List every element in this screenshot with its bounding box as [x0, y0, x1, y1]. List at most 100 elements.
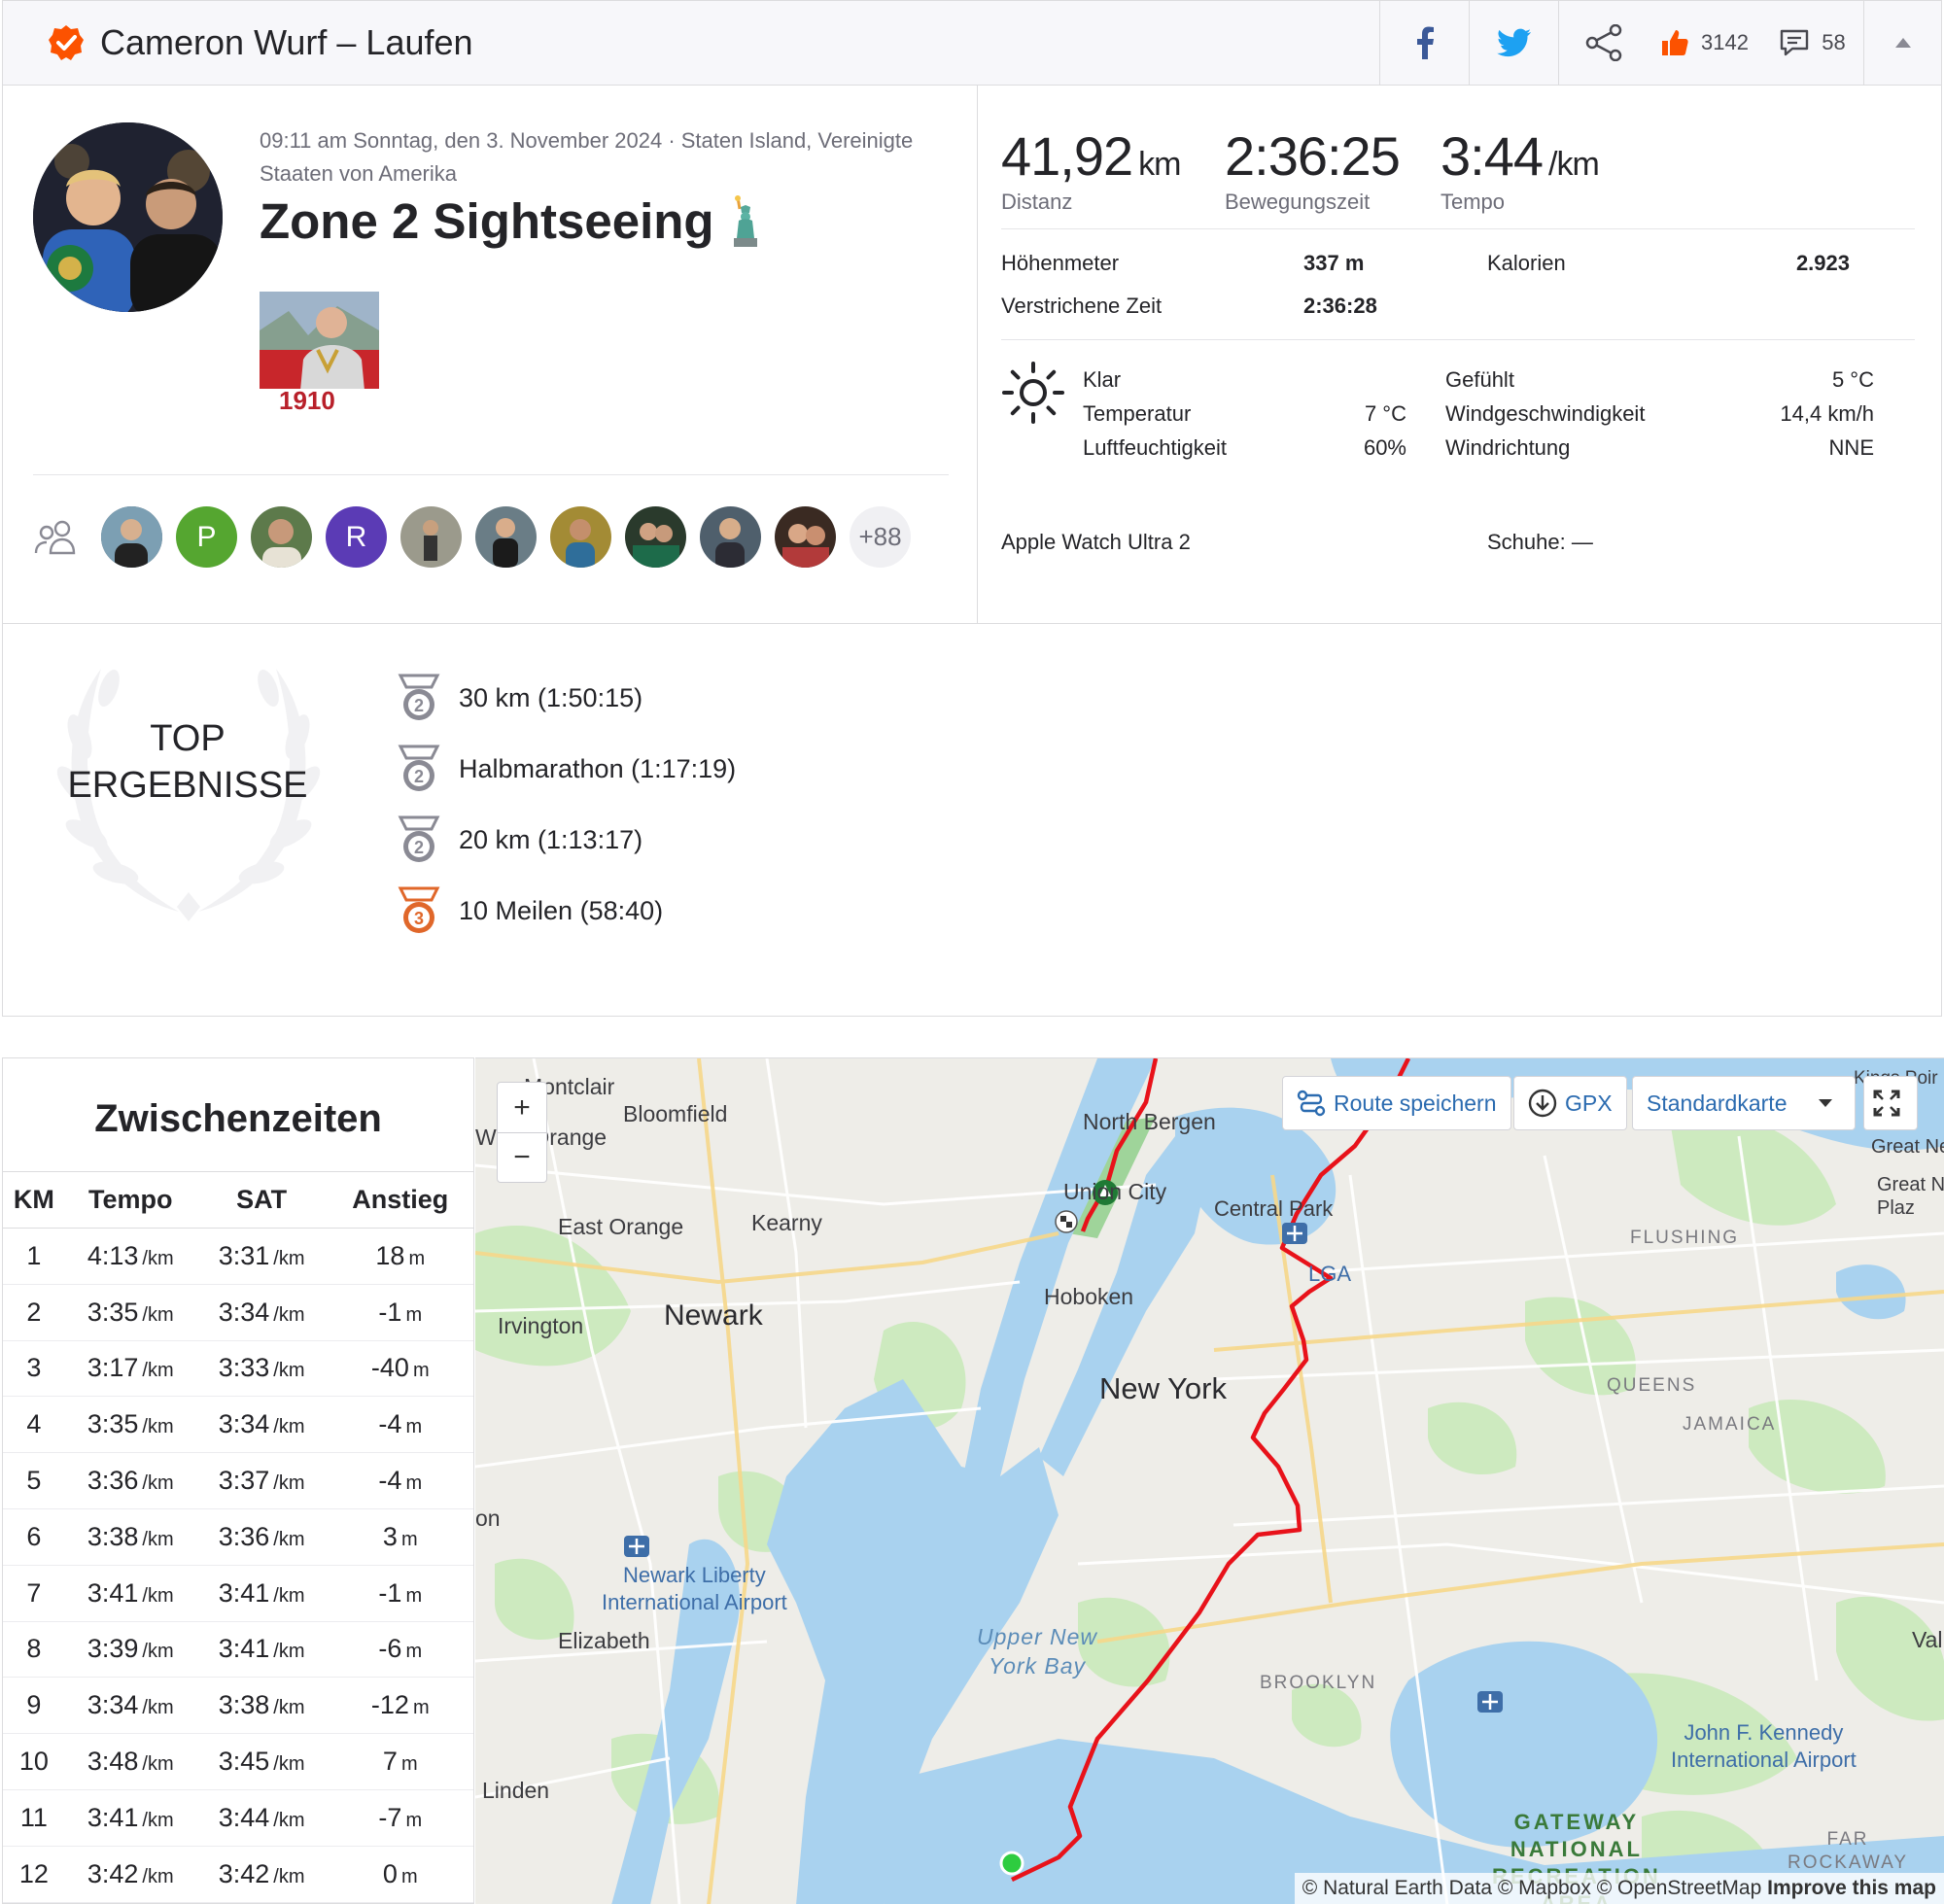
stat-pace: 3:44/km Tempo: [1441, 124, 1600, 215]
splits-body: 1 4:13/km 3:31/km 18 m 2 3:35/km 3:34/km -1 m 3 3:1…: [3, 1228, 473, 1903]
split-gap: 3:34/km: [195, 1396, 328, 1454]
split-row: 7 3:41/km 3:41/km -1 m: [3, 1565, 473, 1622]
split-gap: 3:42/km: [195, 1846, 328, 1903]
bronze-medal-icon: 3: [398, 886, 440, 933]
splits-title: Zwischenzeiten: [94, 1097, 382, 1140]
split-elevation-value: -4: [378, 1466, 402, 1496]
route-icon: [1297, 1090, 1326, 1117]
kudos-avatar[interactable]: [101, 506, 162, 568]
twitter-share-button[interactable]: [1469, 1, 1558, 85]
map-type-dropdown[interactable]: Standardkarte: [1632, 1076, 1856, 1130]
attribution-text[interactable]: © Natural Earth Data © Mapbox © OpenStre…: [1302, 1877, 1761, 1899]
share-button[interactable]: [1558, 1, 1648, 85]
split-km: 8: [3, 1621, 65, 1679]
map-label-central-park: Central Park: [1214, 1196, 1334, 1221]
split-km-value: 12: [18, 1858, 49, 1888]
kudos-avatar[interactable]: [775, 506, 836, 568]
split-gap-unit: /km: [273, 1584, 305, 1607]
kudos-avatar[interactable]: [251, 506, 312, 568]
group-people-icon[interactable]: [33, 518, 80, 557]
kudos-avatar-initial[interactable]: P: [176, 506, 237, 568]
verified-badge-icon: [49, 25, 84, 60]
gpx-download-button[interactable]: GPX: [1513, 1076, 1627, 1130]
top-result-text: Halbmarathon (1:17:19): [459, 753, 737, 783]
split-pace-unit: /km: [142, 1753, 174, 1776]
row-divider: [3, 623, 1941, 624]
pace-unit: /km: [1548, 146, 1600, 183]
kudos-avatar[interactable]: [550, 506, 611, 568]
gpx-label: GPX: [1565, 1090, 1613, 1116]
top-result-text: 20 km (1:13:17): [459, 824, 643, 854]
split-km: 12: [3, 1846, 65, 1903]
split-elevation-value: -12: [370, 1690, 409, 1720]
facebook-icon: [1416, 26, 1434, 59]
split-gap-unit: /km: [273, 1416, 305, 1438]
kudos-button[interactable]: 3142: [1648, 1, 1761, 85]
top-result-item[interactable]: 3 10 Meilen (58:40): [397, 886, 663, 935]
top-result-item[interactable]: 2 30 km (1:50:15): [397, 674, 642, 722]
stat-distance: 41,92 km Distanz: [1001, 124, 1181, 215]
route-map[interactable]: Montclair Bloomfield West Orange North B…: [475, 1057, 1944, 1904]
split-km: 7: [3, 1565, 65, 1622]
split-gap-value: 3:33: [218, 1353, 270, 1383]
split-elevation: 3m: [327, 1508, 473, 1566]
split-gap: 3:36/km: [195, 1508, 328, 1566]
chevron-down-icon: [1819, 1099, 1832, 1107]
split-pace-unit: /km: [142, 1697, 174, 1719]
kudos-avatar[interactable]: [700, 506, 761, 568]
save-route-button[interactable]: Route speichern: [1282, 1076, 1511, 1130]
map-label-irvington: Irvington: [498, 1313, 584, 1338]
avatar-initial-r: R: [345, 520, 367, 553]
temperature-label: Temperatur: [1083, 401, 1192, 426]
split-pace-unit: /km: [142, 1360, 174, 1382]
kudos-avatar[interactable]: [625, 506, 686, 568]
comments-button[interactable]: 58: [1761, 1, 1863, 85]
fullscreen-button[interactable]: [1863, 1076, 1918, 1130]
wind-speed-value: 14,4 km/h: [1780, 401, 1874, 426]
split-pace: 3:48/km: [64, 1733, 196, 1790]
split-gap-unit: /km: [273, 1303, 305, 1326]
split-elevation: 7m: [327, 1733, 473, 1790]
split-elevation: -6 m: [327, 1621, 473, 1679]
kudos-avatar-initial[interactable]: R: [326, 506, 387, 568]
moving-time-value: 2:36:25: [1225, 125, 1401, 187]
facebook-share-button[interactable]: [1379, 1, 1469, 85]
top-result-item[interactable]: 2 20 km (1:13:17): [397, 815, 642, 864]
splits-header-row: KM Tempo SAT Anstieg: [3, 1171, 473, 1229]
device-name: Apple Watch Ultra 2: [1001, 530, 1191, 554]
top-result-item[interactable]: 2 Halbmarathon (1:17:19): [397, 744, 736, 793]
athlete-avatar[interactable]: [33, 122, 223, 312]
save-route-label: Route speichern: [1334, 1090, 1497, 1116]
improve-map-link[interactable]: Improve this map: [1767, 1877, 1936, 1899]
split-pace-unit: /km: [142, 1247, 174, 1269]
activity-date-location: 09:11 am Sonntag, den 3. November 2024 ·…: [260, 128, 914, 186]
activity-photo-thumbnail[interactable]: 1910: [260, 292, 379, 411]
collapse-button[interactable]: [1863, 1, 1941, 85]
kudos-count: 3142: [1701, 30, 1749, 54]
split-pace-value: 3:35: [87, 1297, 139, 1327]
split-km-value: 8: [26, 1634, 42, 1664]
split-elevation-unit: m: [405, 1416, 423, 1438]
elevation-label: Höhenmeter: [1001, 251, 1120, 275]
kudos-more-count[interactable]: +88: [850, 506, 911, 568]
distance-value: 41,92: [1001, 125, 1133, 187]
zoom-out-button[interactable]: −: [498, 1132, 546, 1182]
split-elevation-unit: m: [405, 1472, 423, 1495]
split-km-value: 7: [26, 1577, 42, 1608]
calories-value: 2.923: [1795, 251, 1850, 275]
split-elevation-unit: m: [400, 1528, 418, 1550]
split-elevation-unit: m: [412, 1360, 430, 1382]
split-km: 6: [3, 1508, 65, 1566]
split-pace-value: 3:39: [87, 1634, 139, 1664]
split-elevation-value: -6: [378, 1634, 402, 1664]
top-result-text: 30 km (1:50:15): [459, 682, 643, 712]
zoom-in-button[interactable]: +: [498, 1083, 546, 1132]
feels-like-label: Gefühlt: [1445, 367, 1514, 392]
kudos-avatar[interactable]: [475, 506, 537, 568]
split-pace-value: 3:34: [87, 1690, 139, 1720]
split-elevation-value: -1: [378, 1297, 402, 1327]
split-pace-value: 3:48: [87, 1747, 139, 1777]
kudos-avatar[interactable]: [400, 506, 462, 568]
split-km-value: 5: [26, 1466, 42, 1496]
split-row: 12 3:42/km 3:42/km 0 m: [3, 1846, 473, 1903]
